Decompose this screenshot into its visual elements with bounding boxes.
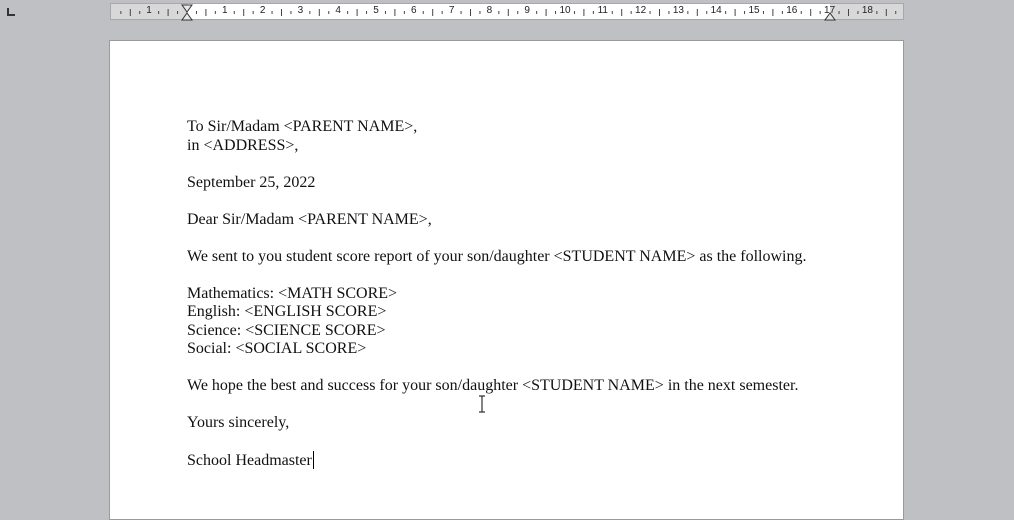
ruler-label: 13	[672, 5, 684, 16]
wish-paragraph: We hope the best and success for your so…	[187, 377, 799, 394]
recipient-line: To Sir/Madam <PARENT NAME>,	[187, 118, 418, 135]
date-line: September 25, 2022	[187, 173, 316, 191]
ruler-label: 15	[748, 5, 760, 16]
ruler-label: 9	[524, 5, 530, 16]
ruler-label: 5	[373, 5, 379, 16]
greeting-line: Dear Sir/Madam <PARENT NAME>,	[187, 210, 432, 228]
text-caret	[312, 451, 314, 469]
ruler-label: 3	[297, 5, 304, 16]
left-tab-stop-icon[interactable]	[7, 8, 15, 16]
ibeam-cursor-icon	[479, 395, 485, 413]
signature-line: School Headmaster	[187, 451, 827, 471]
intro-paragraph: We sent to you student score report of y…	[187, 247, 807, 265]
ruler-label: 10	[559, 5, 571, 16]
ruler-label: 6	[411, 5, 417, 16]
document-body[interactable]: To Sir/Madam <PARENT NAME>, in <ADDRESS>…	[187, 118, 827, 471]
english-score-line: English: <ENGLISH SCORE>	[187, 303, 387, 320]
ruler-label: 4	[335, 5, 341, 16]
closing-line: Yours sincerely,	[187, 414, 290, 431]
ruler-label: 2	[259, 5, 266, 16]
right-indent-marker-icon[interactable]	[824, 4, 836, 21]
ruler-label: 11	[597, 5, 608, 16]
ruler-label: 16	[786, 5, 798, 16]
ruler-label: 1	[222, 5, 228, 16]
horizontal-ruler[interactable]: 1 1 2 3 4 5 6 7 8 9 10 11 12 13 14 15 16 17 18	[110, 3, 904, 21]
address-line: in <ADDRESS>,	[187, 136, 299, 154]
math-score-line: Mathematics: <MATH SCORE>	[187, 284, 398, 302]
ruler-label: 18	[861, 5, 873, 16]
document-page[interactable]: To Sir/Madam <PARENT NAME>, in <ADDRESS>…	[109, 40, 904, 520]
ruler-label: 8	[486, 5, 493, 16]
ruler-label: 12	[635, 5, 647, 16]
science-score-line: Science: <SCIENCE SCORE>	[187, 321, 386, 339]
ruler-label: 14	[710, 5, 722, 16]
ruler-label: 7	[448, 5, 455, 16]
signature-text: School Headmaster	[187, 452, 312, 469]
left-indent-marker-icon[interactable]	[181, 4, 193, 21]
social-score-line: Social: <SOCIAL SCORE>	[187, 340, 367, 357]
ruler-left-label: 1	[146, 5, 152, 16]
